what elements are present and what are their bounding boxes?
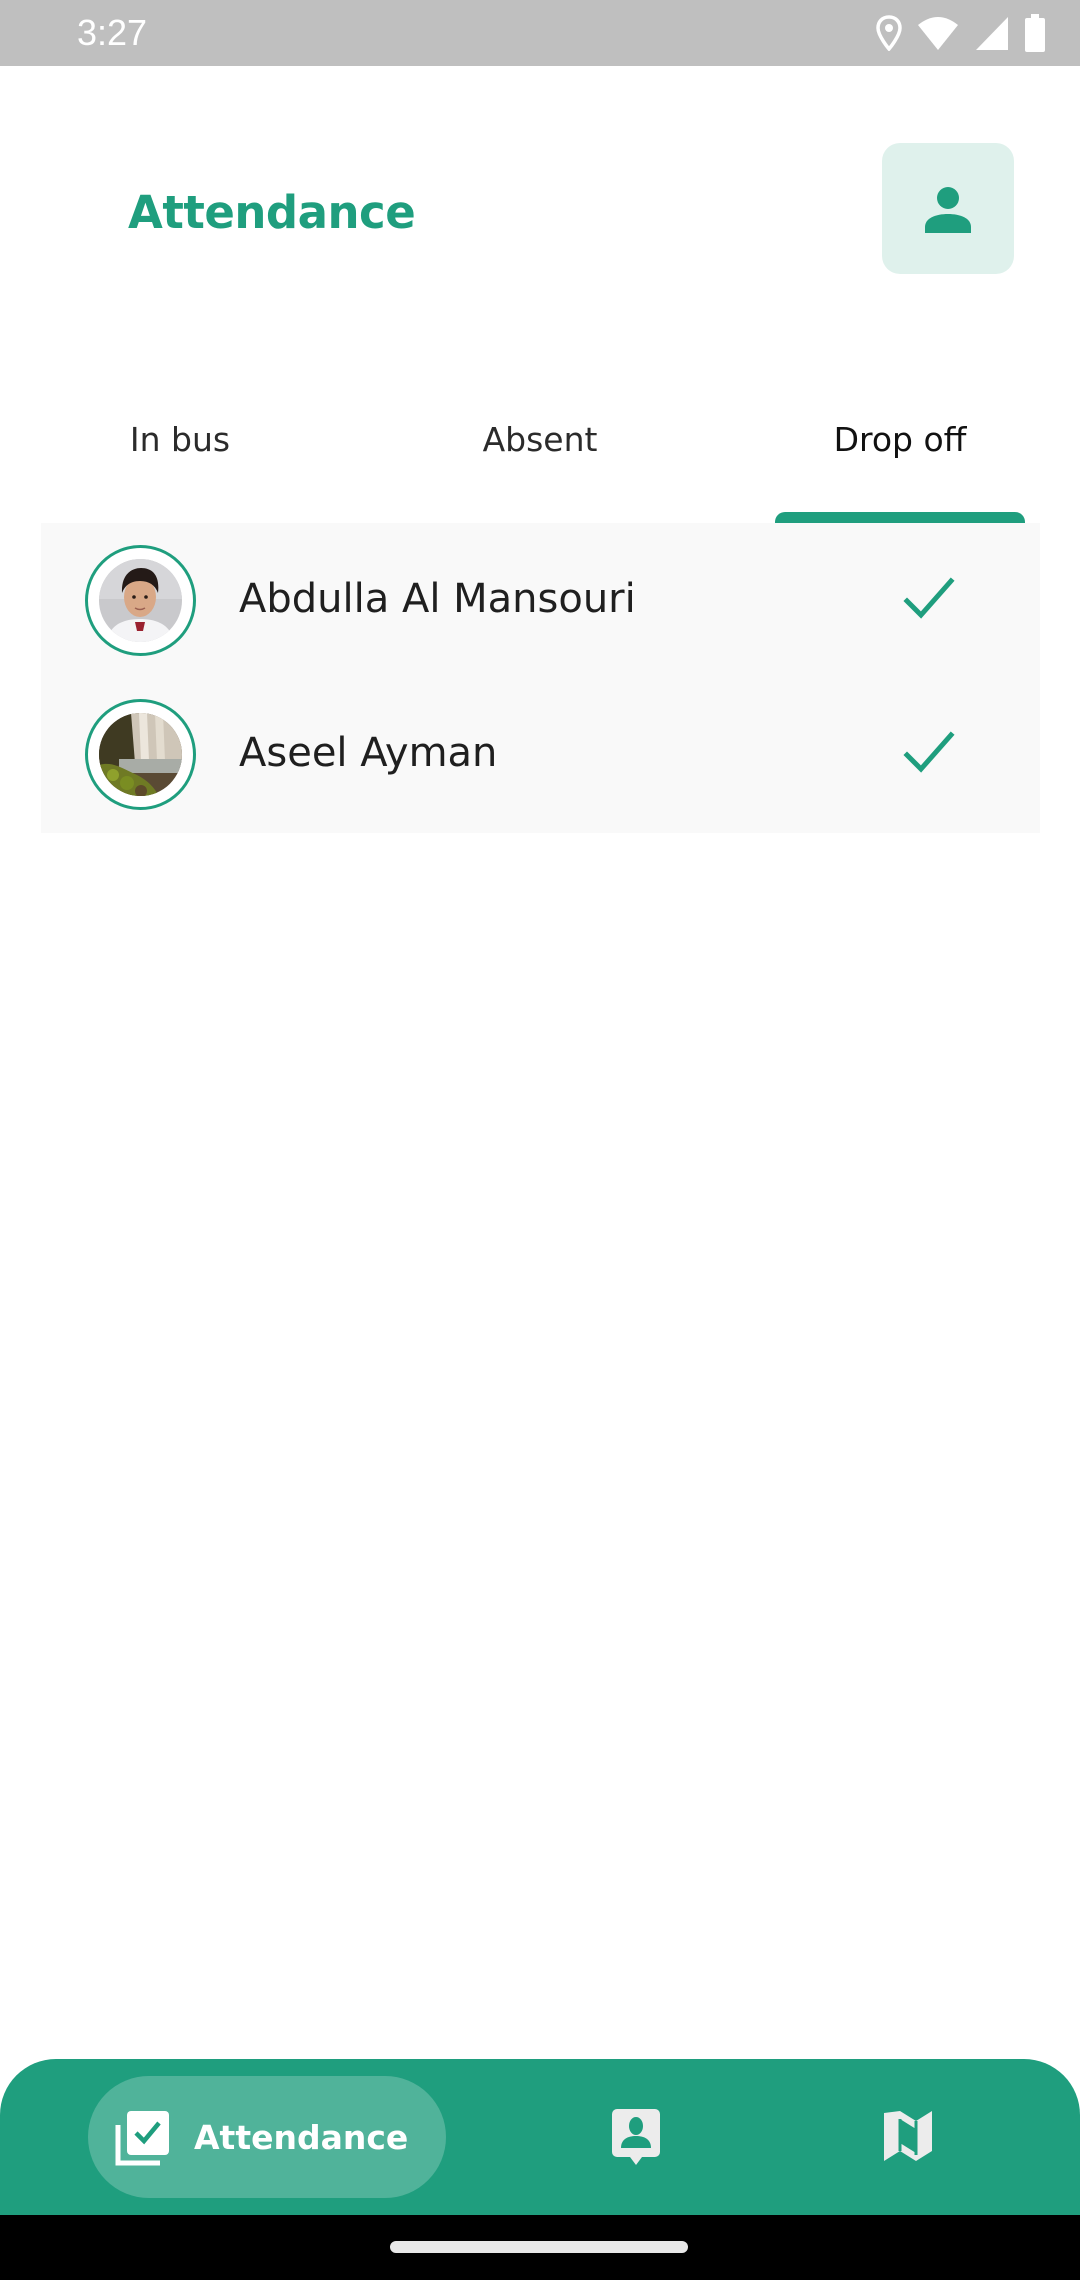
nav-item-contacts[interactable] xyxy=(576,2076,696,2198)
location-icon xyxy=(876,15,902,51)
waterfall-photo xyxy=(99,713,182,796)
tab-absent[interactable]: Absent xyxy=(400,420,680,470)
profile-button[interactable] xyxy=(882,143,1014,274)
student-row[interactable]: Aseel Ayman xyxy=(41,677,1040,831)
signal-icon xyxy=(976,17,1008,50)
page-title: Attendance xyxy=(128,186,416,239)
status-time: 3:27 xyxy=(77,12,148,53)
status-icons xyxy=(876,14,1046,52)
check-icon xyxy=(903,731,955,773)
system-navigation-bar xyxy=(0,2215,1080,2280)
student-list: Abdulla Al Mansouri Aseel Ayman xyxy=(41,523,1040,833)
student-row[interactable]: Abdulla Al Mansouri xyxy=(41,523,1040,677)
student-name: Aseel Ayman xyxy=(239,730,498,776)
avatar xyxy=(85,545,196,656)
student-photo xyxy=(99,559,182,642)
battery-icon xyxy=(1025,14,1045,52)
student-name: Abdulla Al Mansouri xyxy=(239,576,636,622)
attendance-check-icon xyxy=(115,2111,169,2166)
contact-pin-icon xyxy=(612,2109,660,2165)
home-gesture-handle[interactable] xyxy=(390,2241,688,2253)
map-icon xyxy=(884,2111,932,2161)
nav-item-map[interactable] xyxy=(848,2076,968,2198)
wifi-icon xyxy=(918,17,958,50)
bottom-navigation: Attendance xyxy=(0,2059,1080,2215)
status-bar: 3:27 xyxy=(0,0,1080,66)
nav-label-attendance: Attendance xyxy=(194,2117,409,2157)
tab-in-bus[interactable]: In bus xyxy=(40,420,320,470)
attendance-tabs: In bus Absent Drop off xyxy=(0,400,1080,524)
person-icon xyxy=(925,186,971,233)
avatar xyxy=(85,699,196,810)
check-icon xyxy=(903,577,955,619)
tab-drop-off[interactable]: Drop off xyxy=(760,420,1040,470)
nav-item-attendance[interactable]: Attendance xyxy=(88,2076,446,2198)
